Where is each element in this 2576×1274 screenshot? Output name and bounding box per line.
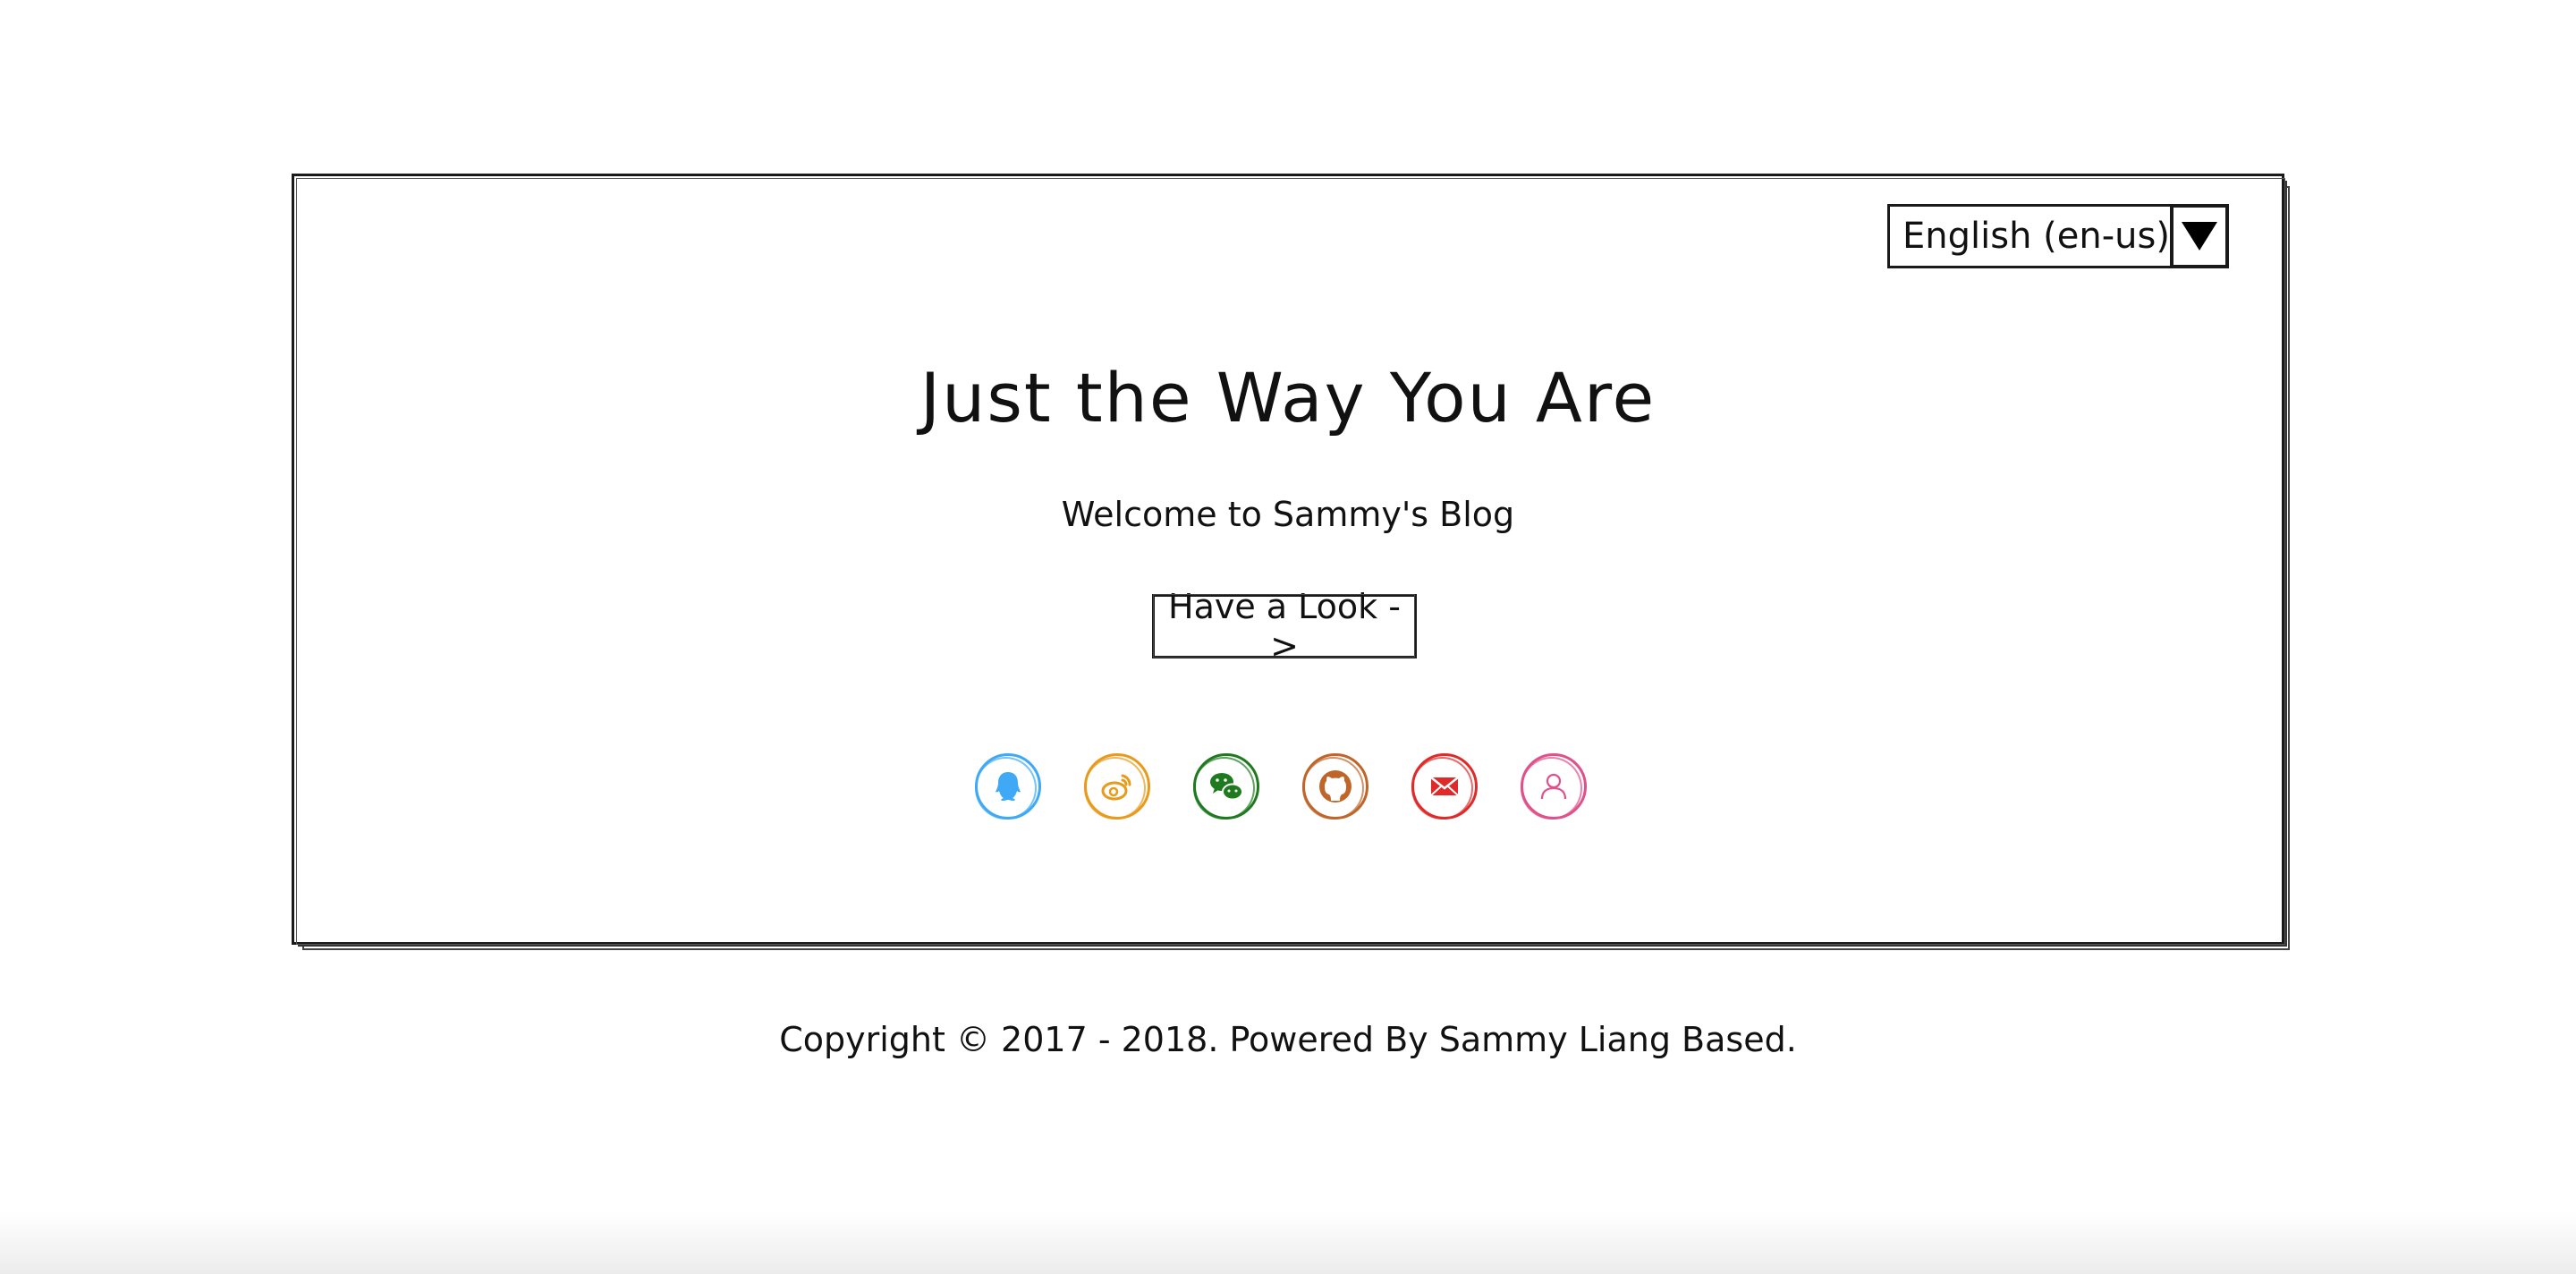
card-sheet-front bbox=[292, 174, 2285, 945]
email-icon bbox=[1430, 777, 1459, 796]
language-select[interactable]: English (en-us) bbox=[1887, 204, 2229, 268]
email-link[interactable] bbox=[1411, 753, 1478, 820]
weibo-icon bbox=[1101, 774, 1131, 801]
qq-icon bbox=[996, 772, 1021, 801]
wechat-icon bbox=[1210, 773, 1243, 801]
about-link[interactable] bbox=[1521, 753, 1587, 820]
page-subtitle: Welcome to Sammy's Blog bbox=[1061, 495, 1515, 534]
page: English (en-us) Just the Way You Are Wel… bbox=[0, 0, 2576, 1274]
wechat-link[interactable] bbox=[1193, 753, 1259, 820]
page-title: Just the Way You Are bbox=[919, 358, 1657, 437]
language-select-value[interactable]: English (en-us) bbox=[1887, 204, 2170, 268]
have-a-look-button[interactable]: Have a Look -> bbox=[1152, 587, 1417, 666]
bottom-shadow bbox=[0, 1211, 2576, 1274]
weibo-link[interactable] bbox=[1084, 753, 1150, 820]
footer-copyright: Copyright © 2017 - 2018. Powered By Samm… bbox=[779, 1020, 1797, 1059]
github-icon bbox=[1319, 770, 1352, 803]
github-link[interactable] bbox=[1302, 753, 1368, 820]
user-icon bbox=[1540, 773, 1567, 800]
hero-card bbox=[292, 174, 2295, 954]
triangle-down-icon bbox=[2182, 222, 2217, 251]
language-select-toggle[interactable] bbox=[2170, 204, 2229, 268]
qq-link[interactable] bbox=[975, 753, 1041, 820]
